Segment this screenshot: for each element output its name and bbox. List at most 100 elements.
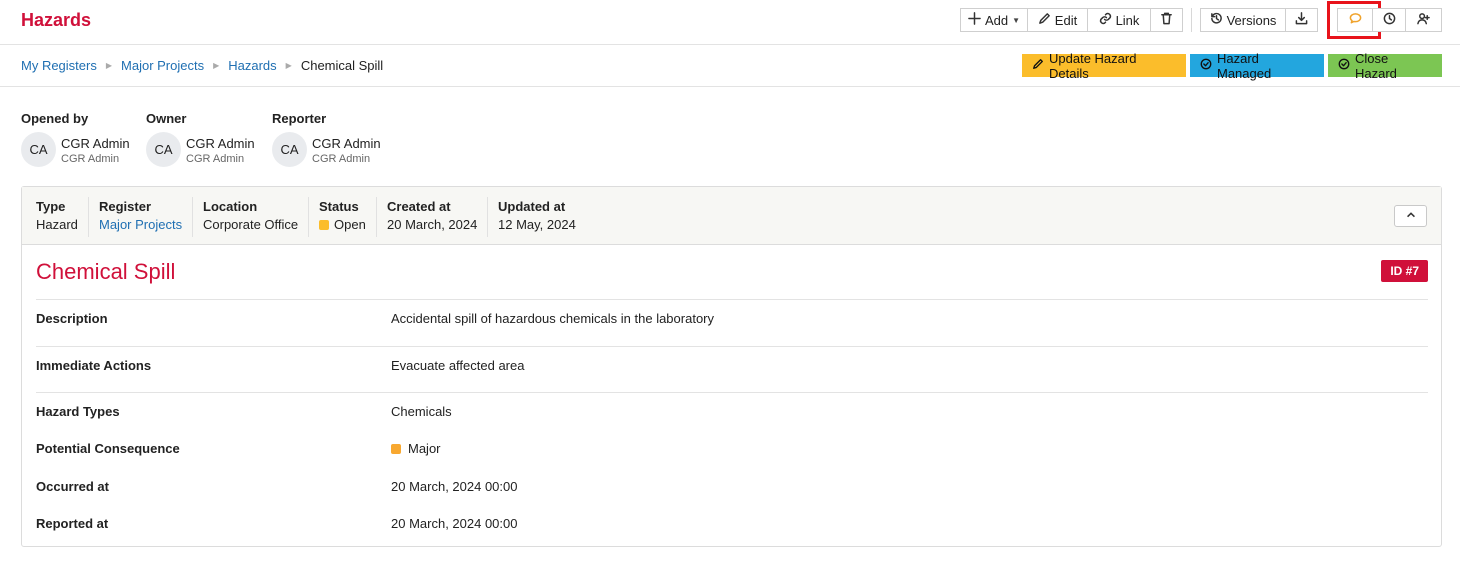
detail-value: Accidental spill of hazardous chemicals …	[391, 311, 715, 326]
download-icon	[1295, 12, 1308, 28]
meta-register: Register Major Projects	[99, 199, 182, 232]
update-hazard-button[interactable]: Update Hazard Details	[1022, 51, 1186, 81]
detail-value: Major	[391, 441, 441, 456]
person-role: Owner	[146, 111, 187, 126]
detail-value: Evacuate affected area	[391, 358, 525, 373]
status-indicator	[319, 219, 329, 230]
person-subname: CGR Admin	[186, 153, 245, 165]
user-plus-icon	[1417, 12, 1430, 28]
close-hazard-label: Close Hazard	[1355, 50, 1397, 81]
meta-label: Status	[319, 199, 359, 214]
meta-divider	[192, 197, 193, 237]
meta-divider	[308, 197, 309, 237]
person-opened-by: Opened by CA CGR Admin CGR Admin	[21, 111, 130, 167]
meta-value: 12 May, 2024	[498, 217, 576, 232]
meta-created: Created at 20 March, 2024	[387, 199, 477, 232]
status-text: Open	[334, 217, 366, 232]
meta-label: Type	[36, 199, 66, 214]
detail-label: Reported at	[36, 516, 109, 531]
divider	[36, 299, 1428, 300]
detail-label: Potential Consequence	[36, 441, 180, 456]
meta-value: Corporate Office	[203, 217, 299, 232]
edit-button[interactable]: Edit	[1027, 8, 1088, 32]
toolbar-divider	[1191, 8, 1192, 32]
meta-value: Hazard	[36, 217, 78, 232]
update-hazard-label: Update Hazard Details	[1049, 50, 1137, 81]
meta-label: Updated at	[498, 199, 566, 214]
add-button-label: Add	[984, 12, 1009, 28]
check-circle-icon	[1338, 58, 1350, 73]
person-name: CGR Admin	[312, 136, 381, 151]
detail-value: 20 March, 2024 00:00	[391, 479, 518, 494]
avatar: CA	[146, 132, 181, 167]
versions-button-label: Versions	[1226, 12, 1277, 28]
person-reporter: Reporter CA CGR Admin CGR Admin	[272, 111, 381, 167]
link-icon	[1099, 12, 1112, 28]
meta-divider	[487, 197, 488, 237]
meta-location: Location Corporate Office	[203, 199, 298, 232]
avatar: CA	[272, 132, 307, 167]
edit-button-label: Edit	[1054, 12, 1078, 28]
meta-divider	[376, 197, 377, 237]
meta-updated: Updated at 12 May, 2024	[498, 199, 576, 232]
meta-label: Register	[99, 199, 152, 214]
close-hazard-button[interactable]: Close Hazard	[1328, 51, 1442, 81]
chevron-right-icon: ▶	[285, 61, 292, 70]
consequence-text: Major	[408, 441, 441, 456]
breadcrumb: My Registers ▶ Major Projects ▶ Hazards …	[21, 58, 383, 73]
hazard-card: Type Hazard Register Major Projects Loca…	[21, 186, 1442, 547]
meta-type: Type Hazard	[36, 199, 78, 232]
divider	[36, 346, 1428, 347]
collapse-button[interactable]	[1394, 205, 1427, 227]
meta-value: 20 March, 2024	[387, 217, 478, 232]
hazard-meta-bar: Type Hazard Register Major Projects Loca…	[22, 187, 1441, 245]
divider	[36, 392, 1428, 393]
hazard-title: Chemical Spill	[36, 259, 176, 284]
hazard-managed-button[interactable]: Hazard Managed	[1190, 51, 1324, 81]
link-button[interactable]: Link	[1087, 8, 1151, 32]
detail-label: Hazard Types	[36, 404, 120, 419]
trash-icon	[1160, 12, 1173, 28]
pencil-icon	[1038, 12, 1051, 28]
person-role: Reporter	[272, 111, 327, 126]
pencil-icon	[1032, 58, 1044, 73]
breadcrumb-hazards[interactable]: Hazards	[228, 58, 276, 73]
chevron-right-icon: ▶	[213, 61, 220, 70]
history-icon	[1210, 12, 1223, 28]
register-link[interactable]: Major Projects	[99, 217, 182, 232]
hazard-managed-label: Hazard Managed	[1217, 50, 1272, 81]
activity-button[interactable]	[1372, 8, 1406, 32]
detail-label: Immediate Actions	[36, 358, 152, 373]
chevron-up-icon	[1405, 209, 1417, 224]
breadcrumb-current: Chemical Spill	[300, 58, 384, 73]
breadcrumb-my-registers[interactable]: My Registers	[21, 58, 97, 73]
consequence-indicator	[391, 443, 401, 454]
detail-value: 20 March, 2024 00:00	[391, 516, 518, 531]
person-role: Opened by	[21, 111, 89, 126]
breadcrumb-major-projects[interactable]: Major Projects	[121, 58, 204, 73]
avatar: CA	[21, 132, 56, 167]
chevron-right-icon: ▶	[105, 61, 113, 70]
link-button-label: Link	[1115, 12, 1140, 28]
status-value: Open	[319, 217, 366, 232]
delete-button[interactable]	[1150, 8, 1183, 32]
top-bar: Hazards Add ▼ Edit Link Versions	[0, 0, 1460, 45]
person-owner: Owner CA CGR Admin CGR Admin	[146, 111, 255, 167]
versions-button[interactable]: Versions	[1200, 8, 1286, 32]
add-user-button[interactable]	[1405, 8, 1442, 32]
person-subname: CGR Admin	[61, 153, 120, 165]
add-button[interactable]: Add ▼	[960, 8, 1028, 32]
meta-label: Created at	[387, 199, 451, 214]
detail-value: Chemicals	[391, 404, 452, 419]
id-badge: ID #7	[1381, 260, 1428, 282]
person-name: CGR Admin	[186, 136, 255, 151]
meta-divider	[88, 197, 89, 237]
clock-icon	[1383, 12, 1396, 28]
person-subname: CGR Admin	[312, 153, 371, 165]
detail-label: Occurred at	[36, 479, 109, 494]
breadcrumb-bar: My Registers ▶ Major Projects ▶ Hazards …	[0, 45, 1460, 87]
person-name: CGR Admin	[61, 136, 130, 151]
page-title: Hazards	[21, 10, 92, 30]
download-button[interactable]	[1285, 8, 1318, 32]
check-circle-icon	[1200, 58, 1212, 73]
